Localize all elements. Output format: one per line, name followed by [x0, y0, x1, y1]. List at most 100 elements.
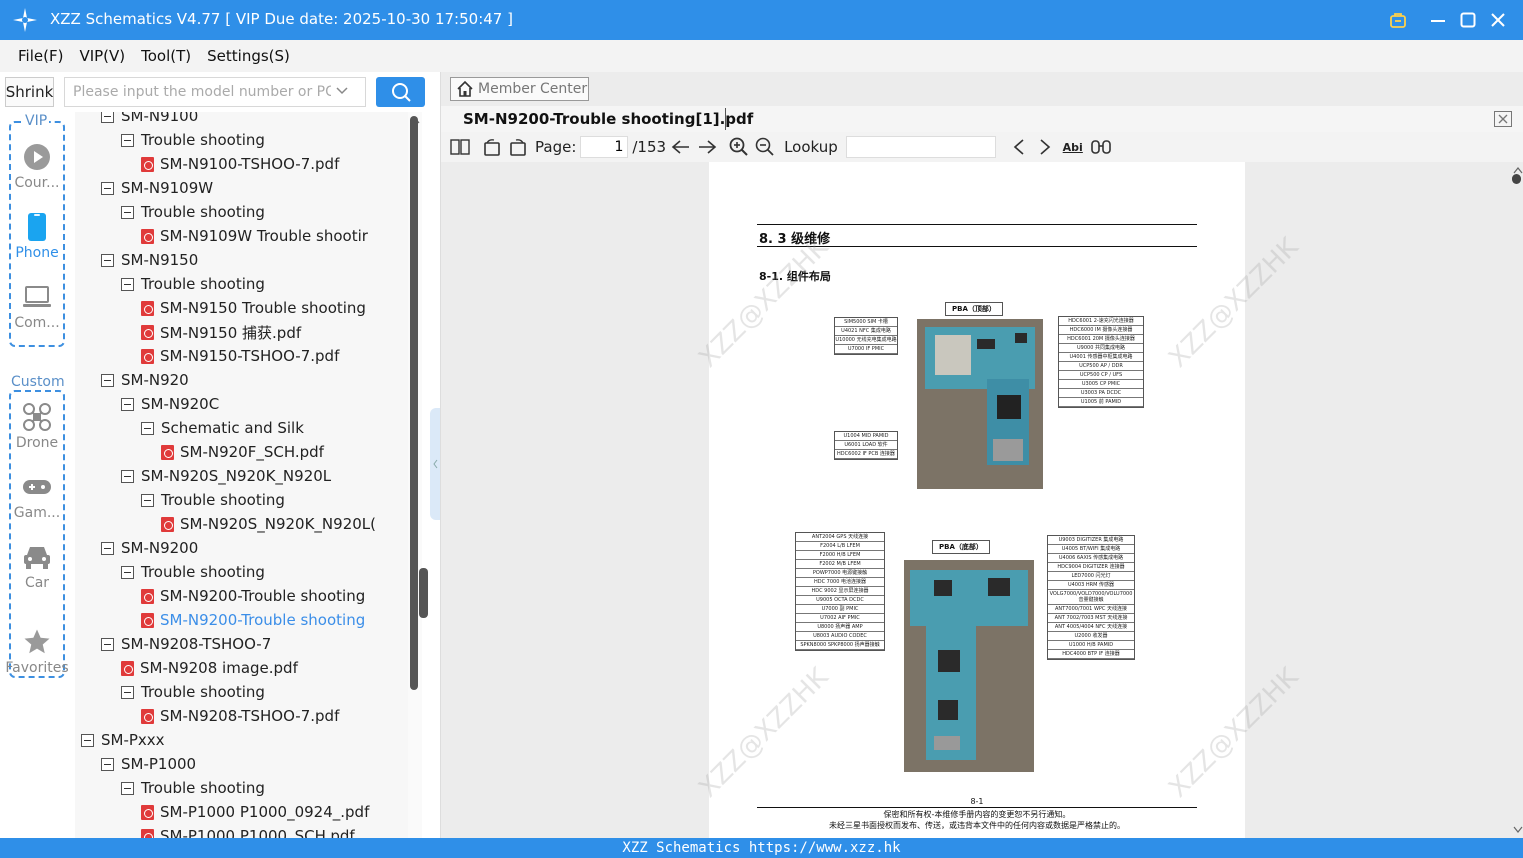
tree-pdf-item[interactable]: SM-N9200-Trouble shooting — [141, 608, 365, 632]
category-drone[interactable]: Drone — [4, 402, 70, 451]
pdf-file-icon — [141, 348, 154, 364]
favorites-button[interactable]: Favorites — [4, 627, 70, 676]
collapse-toggle-icon[interactable] — [121, 565, 134, 579]
tree-folder-item[interactable]: Trouble shooting — [121, 200, 265, 224]
menu-file[interactable]: File(F) — [10, 47, 71, 65]
menu-vip[interactable]: VIP(V) — [71, 47, 133, 65]
zoom-in-icon[interactable] — [728, 136, 750, 158]
tree-pdf-item[interactable]: SM-N9100-TSHOO-7.pdf — [141, 152, 339, 176]
car-icon — [22, 542, 52, 572]
find-previous-icon[interactable] — [1008, 136, 1030, 158]
tree-pdf-item[interactable]: SM-N920F_SCH.pdf — [161, 440, 324, 464]
category-car[interactable]: Car — [4, 542, 70, 591]
tree-pdf-item[interactable]: SM-P1000 P1000_SCH.pdf — [141, 824, 355, 838]
next-page-icon[interactable] — [696, 136, 718, 158]
collapse-toggle-icon[interactable] — [101, 373, 114, 387]
watermark: XZZ@XZZHK — [693, 662, 835, 804]
collapse-toggle-icon[interactable] — [141, 421, 154, 435]
category-courses[interactable]: Cour... — [4, 142, 70, 191]
tree-folder-item[interactable]: SM-N9100 — [101, 112, 198, 128]
close-tab-icon[interactable] — [1494, 111, 1512, 127]
collapse-toggle-icon[interactable] — [141, 493, 154, 507]
tree-folder-item[interactable]: Trouble shooting — [121, 272, 265, 296]
collapse-toggle-icon[interactable] — [81, 733, 94, 747]
tree-folder-item[interactable]: SM-N9150 — [101, 248, 198, 272]
document-tab[interactable]: SM-N9200-Trouble shooting[1].pdf — [463, 110, 753, 128]
pdf-viewer[interactable]: 8. 3 级维修 8-1. 组件布局 PBA（顶部） SIM5000 SIM 卡… — [441, 162, 1523, 838]
collapse-toggle-icon[interactable] — [101, 112, 114, 123]
tree-folder-item[interactable]: SM-N920S_N920K_N920L — [121, 464, 331, 488]
drone-icon — [22, 402, 52, 432]
tree-scrollbar-thumb[interactable] — [410, 116, 418, 690]
two-page-icon[interactable] — [449, 136, 471, 158]
tree-folder-item[interactable]: Schematic and Silk — [141, 416, 304, 440]
tree-item-label: SM-N9150 Trouble shooting — [160, 299, 366, 317]
collapse-toggle-icon[interactable] — [121, 469, 134, 483]
category-game[interactable]: Gam... — [4, 472, 70, 521]
tree-folder-item[interactable]: SM-P1000 — [101, 752, 196, 776]
component-label: HDC6002 IF PCB 连接器 — [835, 450, 897, 459]
member-center-button[interactable]: Member Center — [450, 77, 589, 101]
tree-folder-item[interactable]: SM-N9200 — [101, 536, 198, 560]
tree-pdf-item[interactable]: SM-N9200-Trouble shooting — [141, 584, 365, 608]
collapse-toggle-icon[interactable] — [121, 397, 134, 411]
tree-pdf-item[interactable]: SM-N9150 捕获.pdf — [141, 320, 301, 344]
tree-folder-item[interactable]: SM-Pxxx — [81, 728, 165, 752]
tree-pdf-item[interactable]: SM-N9150-TSHOO-7.pdf — [141, 344, 339, 368]
tree-pdf-item[interactable]: SM-N9150 Trouble shooting — [141, 296, 366, 320]
collapse-toggle-icon[interactable] — [101, 757, 114, 771]
collapse-toggle-icon[interactable] — [121, 133, 134, 147]
viewer-scrollbar-thumb[interactable] — [1512, 174, 1521, 184]
shrink-button[interactable]: Shrink — [5, 77, 54, 107]
tree-pdf-item[interactable]: SM-N9208 image.pdf — [121, 656, 298, 680]
collapse-toggle-icon[interactable] — [121, 781, 134, 795]
collapse-toggle-icon[interactable] — [101, 637, 114, 651]
category-computer[interactable]: Com... — [4, 282, 70, 331]
tree-folder-item[interactable]: Trouble shooting — [121, 128, 265, 152]
rotate-right-icon[interactable] — [507, 136, 529, 158]
vip-bag-icon[interactable] — [1387, 9, 1409, 31]
tree-folder-item[interactable]: Trouble shooting — [141, 488, 285, 512]
collapse-toggle-icon[interactable] — [101, 181, 114, 195]
component-label: HDC6001 2-速充闪光连接器 — [1059, 317, 1143, 326]
tree-pdf-item[interactable]: SM-N920S_N920K_N920L( — [161, 512, 376, 536]
page-number-input[interactable] — [580, 136, 629, 158]
previous-page-icon[interactable] — [670, 136, 692, 158]
component-label: HDC9004 DIGITIZER 连接器 — [1048, 563, 1134, 572]
collapse-toggle-icon[interactable] — [121, 205, 134, 219]
tree-folder-item[interactable]: SM-N9208-TSHOO-7 — [101, 632, 271, 656]
tree-pdf-item[interactable]: SM-P1000 P1000_0924_.pdf — [141, 800, 369, 824]
collapse-toggle-icon[interactable] — [121, 277, 134, 291]
tree-folder-item[interactable]: Trouble shooting — [121, 776, 265, 800]
search-button[interactable] — [376, 77, 425, 107]
collapse-toggle-icon[interactable] — [101, 541, 114, 555]
minimize-button[interactable] — [1427, 9, 1449, 31]
viewer-scrollbar[interactable] — [1510, 162, 1523, 838]
collapse-toggle-icon[interactable] — [101, 253, 114, 267]
find-next-icon[interactable] — [1034, 136, 1056, 158]
chevron-down-icon[interactable] — [335, 84, 349, 100]
tree-scrollbar-thumb-secondary[interactable] — [419, 568, 428, 618]
whole-word-icon[interactable] — [1090, 136, 1112, 158]
match-case-icon[interactable]: Abi — [1060, 136, 1086, 158]
tree-folder-item[interactable]: SM-N920 — [101, 368, 189, 392]
close-button[interactable] — [1487, 9, 1509, 31]
collapse-toggle-icon[interactable] — [121, 685, 134, 699]
tree-folder-item[interactable]: Trouble shooting — [121, 560, 265, 584]
tree-pdf-item[interactable]: SM-N9109W Trouble shootir — [141, 224, 368, 248]
rotate-left-icon[interactable] — [481, 136, 503, 158]
tree-scrollbar[interactable] — [408, 112, 422, 838]
menu-settings[interactable]: Settings(S) — [199, 47, 298, 65]
menu-tool[interactable]: Tool(T) — [133, 47, 199, 65]
maximize-button[interactable] — [1457, 9, 1479, 31]
zoom-out-icon[interactable] — [754, 136, 776, 158]
tree-folder-item[interactable]: SM-N920C — [121, 392, 219, 416]
lookup-input[interactable] — [845, 136, 996, 158]
tree-folder-item[interactable]: Trouble shooting — [121, 680, 265, 704]
panel-collapse-handle[interactable] — [430, 408, 440, 520]
tree-folder-item[interactable]: SM-N9109W — [101, 176, 213, 200]
pdf-file-icon — [141, 804, 154, 820]
category-phone[interactable]: Phone — [4, 212, 70, 261]
tree-pdf-item[interactable]: SM-N9208-TSHOO-7.pdf — [141, 704, 339, 728]
search-input[interactable] — [73, 84, 331, 100]
